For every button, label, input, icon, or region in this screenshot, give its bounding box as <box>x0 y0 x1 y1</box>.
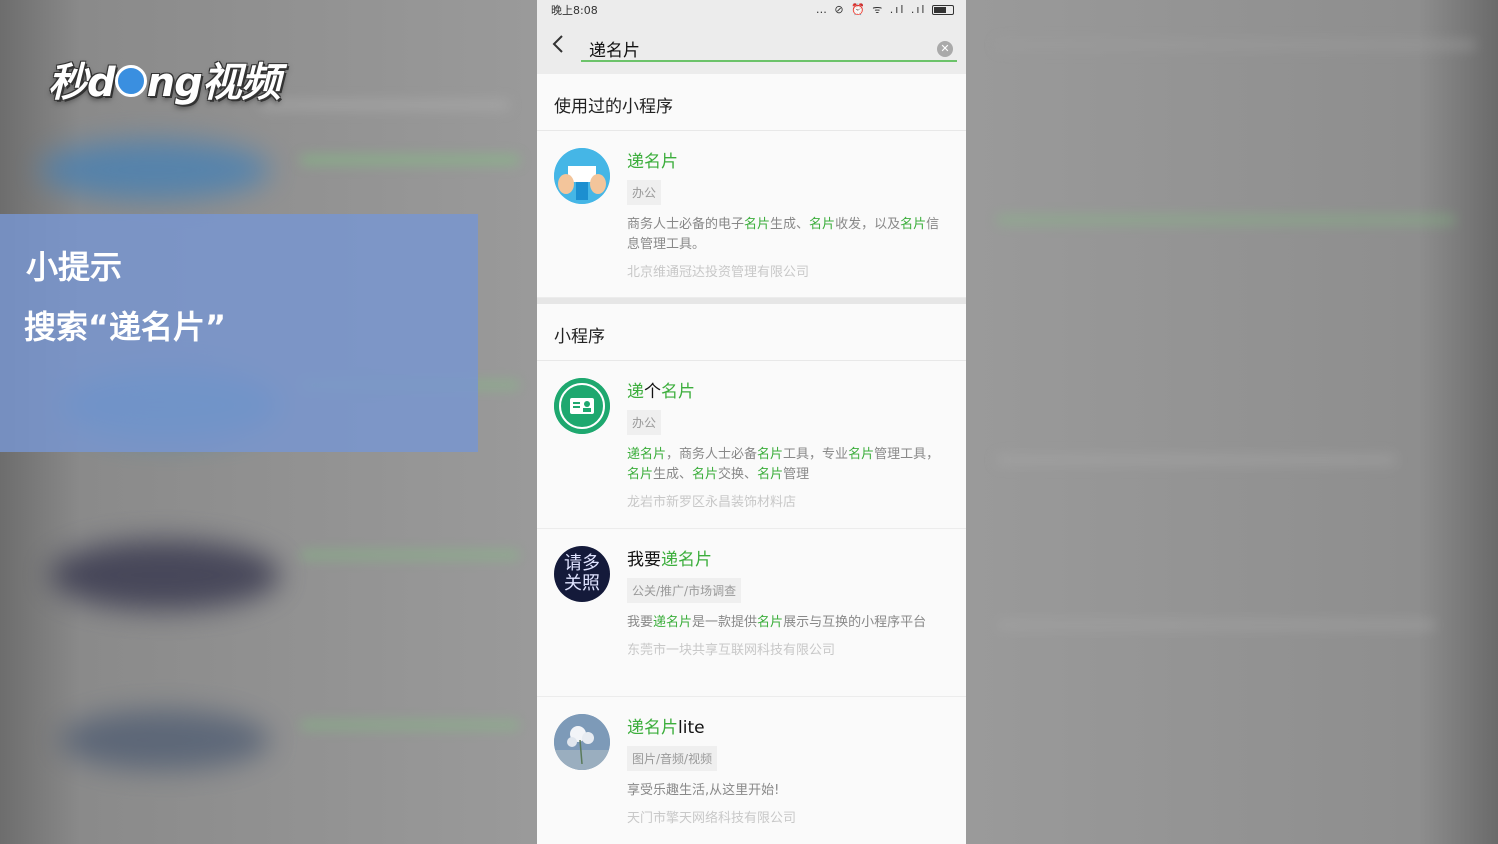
item-description: 我要递名片是一款提供名片展示与互换的小程序平台 <box>627 613 948 633</box>
desc-text: 商务人士必备的电子 <box>627 217 745 232</box>
item-name: 我要递名片 <box>627 545 948 570</box>
name-text: 个 <box>644 382 661 402</box>
status-icons-text: … ⊘ ⏰ ᯤ .ıl .ıl <box>815 3 927 16</box>
desc-highlight: 递名片 <box>627 447 667 462</box>
company-name: 北京维通冠达投资管理有限公司 <box>627 265 810 280</box>
back-arrow-icon[interactable] <box>551 34 571 60</box>
status-time: 晚上8:08 <box>551 4 598 17</box>
desc-highlight: 名片 <box>809 217 836 232</box>
name-highlight: 递名片 <box>627 718 678 738</box>
desc-text: 交换、 <box>718 467 758 482</box>
blurred-line <box>996 215 1456 225</box>
blurred-line <box>300 155 520 165</box>
desc-text: 工具，专业 <box>783 447 849 462</box>
desc-highlight: 名片 <box>744 217 771 232</box>
desc-highlight: 名片 <box>757 615 784 630</box>
name-highlight: 递名片 <box>661 550 712 570</box>
blurred-background-right <box>966 0 1498 844</box>
blurred-avatar-shape <box>40 140 270 200</box>
desc-highlight: 名片 <box>757 447 784 462</box>
search-bar: ✕ <box>537 18 966 74</box>
desc-text: 管理工具， <box>874 447 940 462</box>
list-item[interactable]: 递名片lite 图片/音频/视频 享受乐趣生活,从这里开始! 天门市擎天网络科技… <box>537 697 966 844</box>
desc-highlight: 递名片 <box>653 615 693 630</box>
desc-text: ，商务人士必备 <box>666 447 758 462</box>
blurred-line <box>996 455 1396 465</box>
avatar-text: 请多关照 <box>564 553 600 594</box>
item-description: 递名片，商务人士必备名片工具，专业名片管理工具，名片生成、名片交换、名片管理 <box>627 445 948 485</box>
flower-photo-avatar <box>554 714 610 770</box>
list-item[interactable]: 请多关照 我要递名片 公关/推广/市场调查 我要递名片是一款提供名片展示与互换的… <box>537 529 966 697</box>
tip-title: 小提示 <box>26 248 123 286</box>
desc-text: 生成、 <box>653 467 693 482</box>
desc-text: 展示与互换的小程序平台 <box>783 615 927 630</box>
status-bar: 晚上8:08 … ⊘ ⏰ ᯤ .ıl .ıl <box>537 0 966 18</box>
blurred-avatar-shape <box>50 540 280 610</box>
company-name: 龙岩市新罗区永昌装饰材料店 <box>627 495 797 510</box>
item-description: 享受乐趣生活,从这里开始! <box>627 783 780 798</box>
category-tag: 图片/音频/视频 <box>627 746 718 771</box>
tip-body: 搜索“递名片” <box>24 308 227 346</box>
item-description: 商务人士必备的电子名片生成、名片收发，以及名片信息管理工具。 <box>627 215 948 255</box>
list-item[interactable]: 递名片 办公 商务人士必备的电子名片生成、名片收发，以及名片信息管理工具。 北京… <box>537 131 966 298</box>
desc-text: 生成、 <box>770 217 810 232</box>
clear-search-icon[interactable]: ✕ <box>937 41 953 57</box>
desc-text: 是一款提供 <box>692 615 758 630</box>
watermark-logo: 秒d ng视频 <box>48 50 281 108</box>
name-highlight: 名片 <box>661 382 695 402</box>
logo-text-part: 秒 <box>48 60 88 106</box>
list-item[interactable]: 递个名片 办公 递名片，商务人士必备名片工具，专业名片管理工具，名片生成、名片交… <box>537 361 966 529</box>
desc-highlight: 名片 <box>900 217 927 232</box>
name-text: lite <box>678 718 705 738</box>
play-icon <box>114 65 147 97</box>
section-title-mini-programs: 小程序 <box>537 304 966 361</box>
category-tag: 办公 <box>627 180 662 205</box>
logo-text-part: d <box>87 60 116 106</box>
battery-icon <box>932 5 954 15</box>
phone-screen: 晚上8:08 … ⊘ ⏰ ᯤ .ıl .ıl ✕ 使用过的小程序 递名片 办公 … <box>537 0 966 844</box>
desc-text: 收发，以及 <box>835 217 901 232</box>
name-highlight: 递 <box>627 382 644 402</box>
desc-text: 管理 <box>783 467 810 482</box>
business-card-hands-avatar <box>554 148 610 204</box>
blurred-line <box>300 550 520 560</box>
blurred-avatar-shape <box>60 710 270 770</box>
id-card-icon <box>554 378 610 434</box>
blurred-line <box>996 620 1436 630</box>
blurred-line <box>996 40 1476 50</box>
search-input[interactable] <box>581 36 957 62</box>
name-text: 我要 <box>627 550 661 570</box>
blurred-line <box>260 100 510 110</box>
calligraphy-avatar: 请多关照 <box>554 546 610 602</box>
item-name: 递个名片 <box>627 377 948 402</box>
item-name: 递名片 <box>627 152 678 172</box>
company-name: 天门市擎天网络科技有限公司 <box>627 811 797 826</box>
blurred-line <box>300 720 520 730</box>
item-name: 递名片lite <box>627 713 948 738</box>
logo-text-part: ng视频 <box>146 60 281 106</box>
company-name: 东莞市一块共享互联网科技有限公司 <box>627 643 836 658</box>
desc-text: 我要 <box>627 615 654 630</box>
desc-highlight: 名片 <box>757 467 784 482</box>
section-title-used: 使用过的小程序 <box>537 74 966 131</box>
desc-highlight: 名片 <box>848 447 875 462</box>
category-tag: 公关/推广/市场调查 <box>627 578 742 603</box>
desc-highlight: 名片 <box>627 467 654 482</box>
desc-highlight: 名片 <box>692 467 719 482</box>
category-tag: 办公 <box>627 410 662 435</box>
status-icons: … ⊘ ⏰ ᯤ .ıl .ıl <box>816 2 954 17</box>
